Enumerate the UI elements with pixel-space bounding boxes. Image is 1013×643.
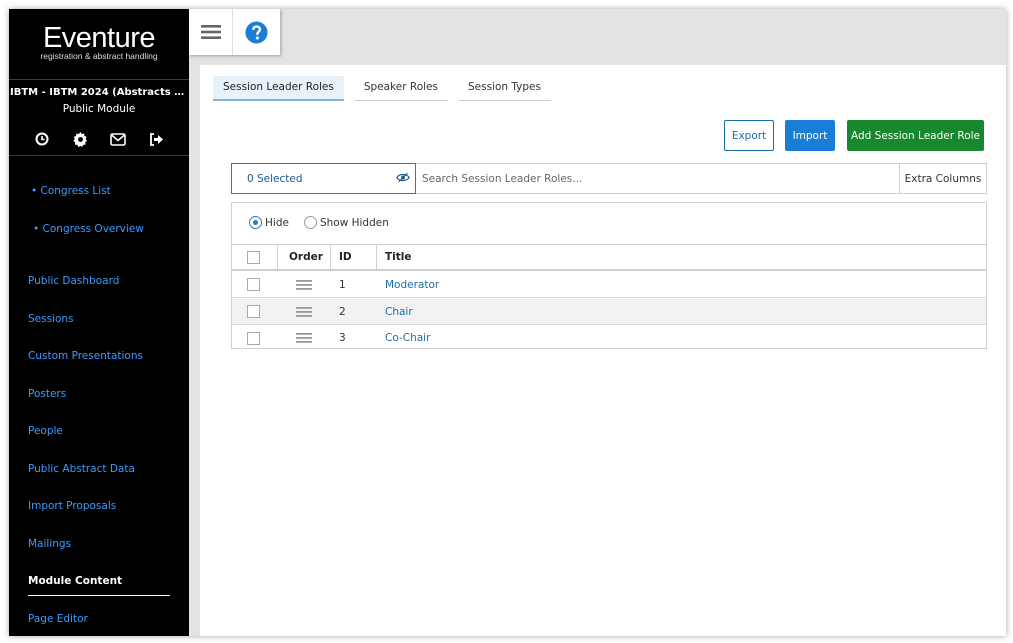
column-separator (376, 245, 377, 269)
row-checkbox-cell (247, 325, 260, 351)
sidebar-item-mailings[interactable]: Mailings (28, 538, 71, 550)
hide-radio[interactable] (249, 216, 262, 229)
row-checkbox[interactable] (247, 305, 260, 318)
row-id: 3 (339, 332, 346, 344)
tab-speaker-roles[interactable]: Speaker Roles (353, 76, 448, 101)
row-checkbox[interactable] (247, 331, 260, 345)
logout-icon[interactable] (147, 130, 165, 148)
divider (9, 155, 189, 156)
row-id: 1 (339, 278, 346, 291)
row-id: 2 (339, 305, 346, 318)
row-title-link[interactable]: Co-Chair (385, 325, 430, 351)
row-title-link[interactable]: Moderator (385, 272, 439, 297)
hamburger-menu-icon[interactable] (189, 9, 233, 55)
table-row: 2 Chair (232, 299, 986, 325)
search-input[interactable] (416, 164, 899, 193)
sidebar-item-posters[interactable]: Posters (28, 388, 66, 400)
main-panel: Session Leader Roles Speaker Roles Sessi… (200, 65, 1006, 636)
mail-icon[interactable] (109, 130, 127, 148)
active-indicator (28, 595, 170, 596)
show-hidden-label: Show Hidden (319, 216, 389, 229)
header-title[interactable]: Title (385, 245, 412, 269)
row-title-link[interactable]: Chair (385, 299, 413, 324)
drag-handle-icon[interactable] (296, 325, 312, 351)
select-all-checkbox[interactable] (247, 250, 260, 264)
clock-icon[interactable] (33, 130, 51, 148)
header-order[interactable]: Order (289, 245, 323, 269)
show-hidden-radio[interactable] (303, 216, 317, 229)
tab-session-types[interactable]: Session Types (458, 76, 551, 101)
sidebar-item-congress-list[interactable]: • Congress List (31, 185, 111, 197)
filter-bar: 0 Selected Extra Columns (231, 163, 987, 194)
sidebar-item-public-dashboard[interactable]: Public Dashboard (28, 275, 119, 287)
event-name: IBTM - IBTM 2024 (Abstracts & Par... (10, 87, 189, 98)
app-window: Eventure registration & abstract handlin… (9, 9, 1006, 636)
top-toolbar (189, 9, 280, 55)
eye-slash-icon[interactable] (396, 172, 410, 186)
logo-subtitle: registration & abstract handling (40, 51, 158, 61)
hide-label: Hide (265, 216, 289, 229)
selected-count-dropdown[interactable]: 0 Selected (231, 163, 416, 194)
help-icon[interactable] (233, 9, 279, 55)
extra-columns-button[interactable]: Extra Columns (899, 164, 986, 193)
row-checkbox-cell (247, 272, 260, 297)
roles-table: Hide Show Hidden Order ID Title 1 Modera… (231, 202, 987, 349)
gear-icon[interactable] (71, 130, 89, 148)
module-name: Public Module (62, 103, 136, 115)
sidebar-item-custom-presentations[interactable]: Custom Presentations (28, 350, 143, 362)
selected-count-label: 0 Selected (247, 172, 303, 185)
header-id[interactable]: ID (339, 245, 352, 269)
logo-title: Eventure (42, 22, 156, 54)
visibility-toggle: Hide Show Hidden (249, 216, 389, 229)
sidebar-item-import-proposals[interactable]: Import Proposals (28, 500, 116, 512)
row-checkbox-cell (247, 299, 260, 324)
drag-handle-icon[interactable] (296, 299, 312, 324)
add-session-leader-role-button[interactable]: Add Session Leader Role (847, 120, 984, 151)
divider (9, 79, 189, 80)
sidebar-item-congress-overview[interactable]: • Congress Overview (33, 223, 144, 235)
logo: Eventure registration & abstract handlin… (9, 23, 189, 61)
sidebar-item-sessions[interactable]: Sessions (28, 313, 74, 325)
sidebar: Eventure registration & abstract handlin… (9, 9, 189, 636)
column-separator (330, 245, 331, 269)
table-row: 1 Moderator (232, 272, 986, 298)
table-row: 3 Co-Chair (232, 325, 986, 351)
table-header: Order ID Title (232, 244, 986, 271)
sidebar-item-page-editor[interactable]: Page Editor (28, 613, 88, 625)
export-button[interactable]: Export (724, 120, 774, 151)
drag-handle-icon[interactable] (296, 272, 312, 297)
sidebar-item-module-content[interactable]: Module Content (28, 575, 122, 587)
tab-bar: Session Leader Roles Speaker Roles Sessi… (213, 76, 551, 101)
select-all-cell (247, 245, 260, 269)
sidebar-item-people[interactable]: People (28, 425, 63, 437)
tab-session-leader-roles[interactable]: Session Leader Roles (213, 76, 344, 101)
import-button[interactable]: Import (785, 120, 835, 151)
sidebar-icon-row (33, 130, 165, 148)
column-separator (277, 245, 278, 269)
row-checkbox[interactable] (247, 278, 260, 291)
sidebar-item-public-abstract-data[interactable]: Public Abstract Data (28, 463, 135, 475)
